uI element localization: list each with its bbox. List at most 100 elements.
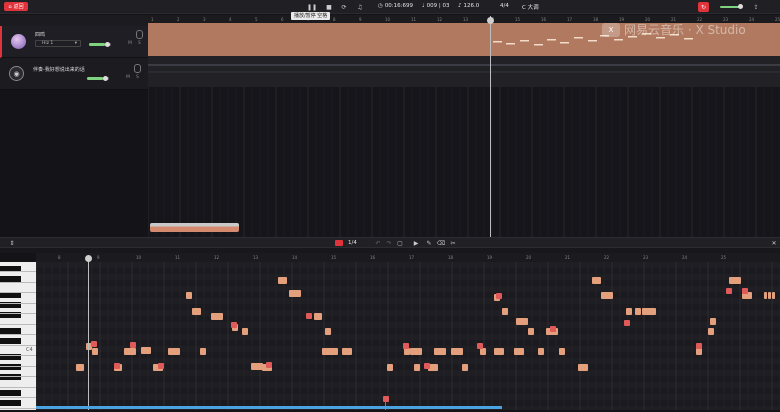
note[interactable] xyxy=(414,364,420,371)
pitch-marker[interactable] xyxy=(231,322,237,328)
note[interactable] xyxy=(141,347,151,354)
pitch-marker[interactable] xyxy=(550,326,556,332)
note[interactable] xyxy=(538,348,544,355)
black-key[interactable] xyxy=(0,390,21,396)
master-volume-knob[interactable] xyxy=(738,4,743,9)
scissors-icon[interactable]: ✂ xyxy=(449,239,457,247)
mute-button[interactable]: M xyxy=(126,75,130,80)
redo-icon[interactable]: ↷ xyxy=(385,239,393,247)
note[interactable] xyxy=(168,348,180,355)
pitch-marker[interactable] xyxy=(624,320,630,326)
collapse-icon[interactable]: ⇕ xyxy=(8,239,16,247)
piano-roll-grid[interactable] xyxy=(36,262,780,410)
close-icon[interactable]: ✕ xyxy=(770,239,778,247)
note[interactable] xyxy=(578,364,588,371)
arrangement-area[interactable] xyxy=(148,87,780,237)
select-tool-icon[interactable]: ▶ xyxy=(412,239,420,247)
track-volume-knob[interactable] xyxy=(103,76,108,81)
pitch-marker[interactable] xyxy=(306,313,312,319)
pan-knob[interactable] xyxy=(136,30,143,39)
note[interactable] xyxy=(528,328,534,335)
solo-button[interactable]: S xyxy=(138,41,141,46)
note[interactable] xyxy=(325,328,331,335)
piano-roll-playhead[interactable] xyxy=(88,256,89,410)
track-accompaniment[interactable]: ◉ 伴奏-我好想说出来的话 M S xyxy=(0,58,148,90)
note[interactable] xyxy=(480,348,486,355)
black-key[interactable] xyxy=(0,338,21,344)
note[interactable] xyxy=(92,348,98,355)
note[interactable] xyxy=(592,277,601,284)
note[interactable] xyxy=(462,364,468,371)
pitch-marker[interactable] xyxy=(130,342,136,348)
export-icon[interactable]: ⇪ xyxy=(752,3,760,11)
loop-icon[interactable]: ⟳ xyxy=(340,3,348,11)
stop-icon[interactable]: ■ xyxy=(325,3,333,11)
note[interactable] xyxy=(494,348,504,355)
note[interactable] xyxy=(768,292,771,299)
pitch-marker[interactable] xyxy=(726,288,732,294)
voice-dropdown[interactable]: Hiz 1 ▾ xyxy=(35,40,81,47)
singer-avatar[interactable] xyxy=(11,34,26,49)
piano-roll-playhead-handle[interactable] xyxy=(85,255,92,262)
playhead-handle[interactable] xyxy=(487,17,494,24)
record-button[interactable]: ↻ xyxy=(698,2,709,12)
note[interactable] xyxy=(124,348,136,355)
eraser-icon[interactable]: ⌫ xyxy=(437,239,445,247)
black-key[interactable] xyxy=(0,400,21,406)
note[interactable] xyxy=(192,308,201,315)
pitch-marker[interactable] xyxy=(496,293,502,299)
black-key[interactable] xyxy=(0,374,21,380)
note[interactable] xyxy=(242,328,248,335)
pan-knob[interactable] xyxy=(134,64,141,73)
pause-icon[interactable]: ❚❚ xyxy=(307,3,317,11)
note[interactable] xyxy=(278,277,287,284)
note[interactable] xyxy=(642,308,656,315)
track-volume-knob[interactable] xyxy=(105,42,110,47)
horizontal-scrollbar[interactable] xyxy=(150,223,239,232)
note[interactable] xyxy=(186,292,192,299)
note[interactable] xyxy=(451,348,463,355)
piano-roll-ruler[interactable]: 8 9 10 11 12 13 14 15 16 17 18 19 20 21 22 23 24 25 xyxy=(36,253,780,262)
note[interactable] xyxy=(626,308,632,315)
metronome-icon[interactable]: ♫ xyxy=(356,3,364,11)
note[interactable] xyxy=(729,277,741,284)
note[interactable] xyxy=(289,290,301,297)
note[interactable] xyxy=(342,348,352,355)
note[interactable] xyxy=(559,348,565,355)
pitch-marker[interactable] xyxy=(266,362,272,368)
tempo-display[interactable]: ♪ 126.0 xyxy=(458,3,479,9)
pitch-marker[interactable] xyxy=(114,363,120,369)
snap-toggle[interactable] xyxy=(335,240,343,246)
parameter-marker[interactable] xyxy=(383,396,389,402)
note[interactable] xyxy=(635,308,641,315)
note[interactable] xyxy=(772,292,775,299)
playhead[interactable] xyxy=(490,16,491,237)
pitch-marker[interactable] xyxy=(477,343,483,349)
pitch-marker[interactable] xyxy=(403,343,409,349)
copy-icon[interactable]: ▢ xyxy=(396,239,404,247)
back-button[interactable]: ⌂ 返回 xyxy=(4,2,28,11)
undo-icon[interactable]: ↶ xyxy=(374,239,382,247)
pitch-marker[interactable] xyxy=(696,343,702,349)
note[interactable] xyxy=(387,364,393,371)
note[interactable] xyxy=(76,364,84,371)
pitch-marker[interactable] xyxy=(158,363,164,369)
note[interactable] xyxy=(764,292,767,299)
note[interactable] xyxy=(314,313,322,320)
track-vocal[interactable]: 四鸣 Hiz 1 ▾ M S xyxy=(0,26,148,58)
key-signature[interactable]: C 大调 xyxy=(522,3,539,11)
note[interactable] xyxy=(211,313,223,320)
mute-button[interactable]: M xyxy=(128,41,132,46)
pitch-marker[interactable] xyxy=(742,288,748,294)
note[interactable] xyxy=(710,318,716,325)
note[interactable] xyxy=(200,348,206,355)
time-signature[interactable]: 4/4 xyxy=(500,3,509,9)
pitch-marker[interactable] xyxy=(91,341,97,347)
accompaniment-clip[interactable] xyxy=(148,56,780,87)
master-volume-slider[interactable] xyxy=(720,6,740,8)
quantize-select[interactable]: 1/4 xyxy=(348,240,357,246)
note[interactable] xyxy=(708,328,714,335)
note[interactable] xyxy=(601,292,613,299)
pencil-icon[interactable]: ✎ xyxy=(425,239,433,247)
note[interactable] xyxy=(502,308,508,315)
